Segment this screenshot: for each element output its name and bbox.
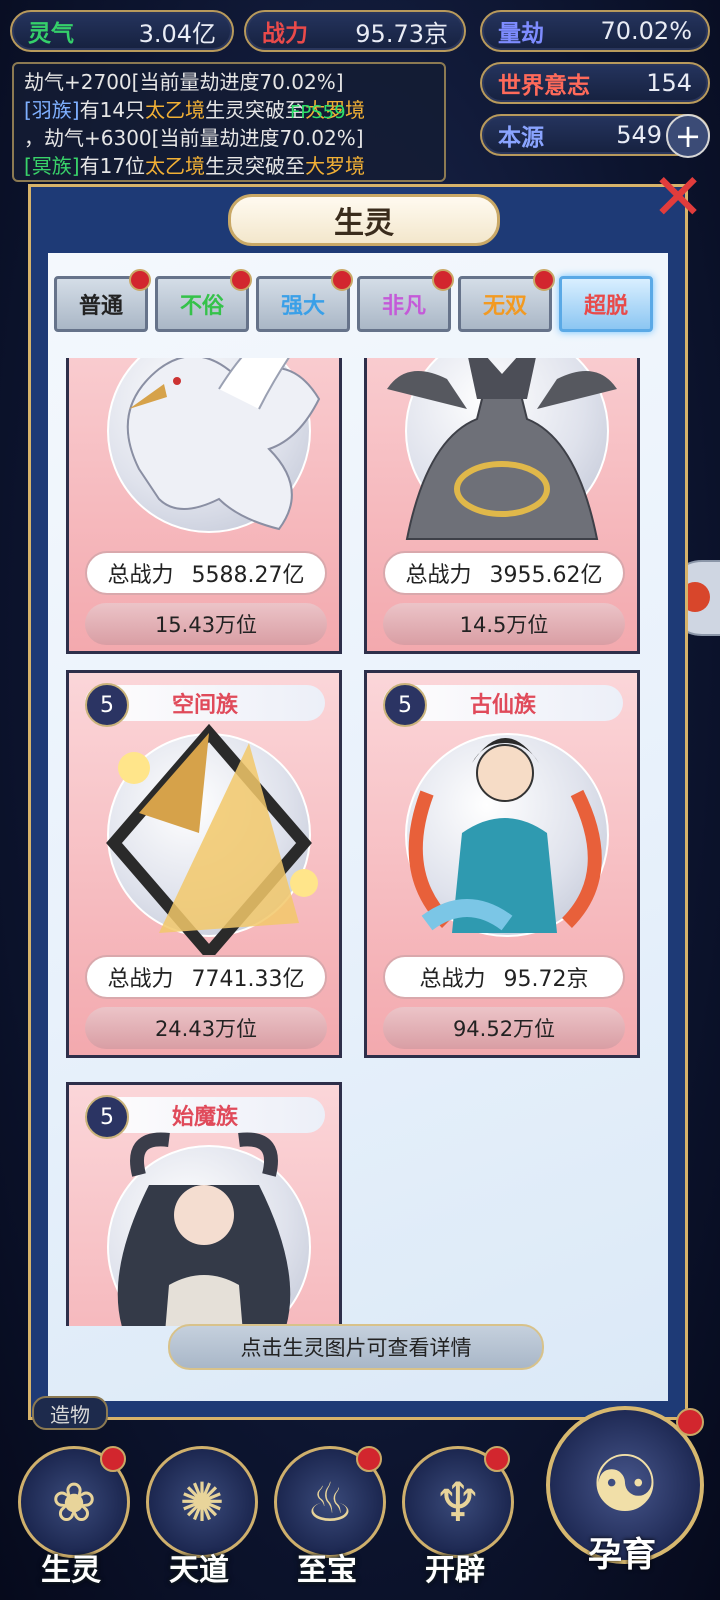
tab-label: 不俗 xyxy=(179,294,224,319)
resource-label: 量劫 xyxy=(498,21,544,47)
tab-label: 超脱 xyxy=(583,294,628,319)
horned-demon-girl-icon xyxy=(117,1132,291,1326)
creature-card[interactable]: 空间族 5 总战力 7741.33亿 24.43万位 xyxy=(66,670,342,1058)
log-tag: [羽族] xyxy=(24,98,80,122)
log-highlight: 太乙境 xyxy=(145,98,206,122)
event-log: 劫气+2700[当前量劫进度70.02%] [羽族]有14只太乙境生灵突破至大罗… xyxy=(12,62,446,182)
resource-value: 70.02% xyxy=(600,17,692,45)
tab-feifan[interactable]: 非凡 xyxy=(357,269,454,332)
notification-dot-icon xyxy=(331,269,353,291)
nav-label: 天道 xyxy=(169,1553,229,1588)
zaowu-button[interactable]: 造物 xyxy=(32,1396,108,1430)
swirl-icon: ✺ xyxy=(179,1470,225,1534)
tab-busu[interactable]: 不俗 xyxy=(155,269,252,332)
creature-card[interactable]: 总战力 3955.62亿 14.5万位 xyxy=(364,358,640,654)
nav-yunyu[interactable]: ☯ 孕育 xyxy=(540,1400,708,1596)
notification-dot-icon xyxy=(676,1408,704,1436)
nav-label: 生灵 xyxy=(41,1553,101,1588)
log-line: 劫气+2700[当前量劫进度70.02%] xyxy=(24,70,344,94)
resource-value: 95.73京 xyxy=(355,19,448,48)
power-box: 总战力 95.72京 xyxy=(383,955,625,999)
notification-dot-icon xyxy=(432,269,454,291)
log-highlight: 太乙境 xyxy=(145,154,206,178)
resource-label: 战力 xyxy=(262,21,308,47)
resource-value: 549 xyxy=(616,121,662,149)
power-box: 总战力 3955.62亿 xyxy=(383,551,625,595)
power-label: 总战力 xyxy=(419,967,486,992)
nav-zhibao[interactable]: ♨ 至宝 xyxy=(268,1446,386,1594)
nav-label: 孕育 xyxy=(588,1534,656,1575)
log-text: 生灵突破至 xyxy=(205,154,306,178)
log-line: [羽族]有14只太乙境生灵突破至大罗境 xyxy=(24,96,434,124)
add-benyuan-button[interactable]: + xyxy=(666,114,710,158)
tab-chaotuo[interactable]: 超脱 xyxy=(559,276,653,332)
resource-zhanli: 战力 95.73京 xyxy=(244,10,466,52)
power-value: 5588.27亿 xyxy=(191,563,305,588)
tap-hint-label: 点击生灵图片可查看详情 xyxy=(168,1324,544,1370)
tab-label: 无双 xyxy=(482,294,527,319)
close-button[interactable]: ✕ xyxy=(648,161,708,235)
fps-counter: FPS59 xyxy=(290,102,346,123)
close-icon: ✕ xyxy=(651,161,705,235)
resource-value: 3.04亿 xyxy=(138,19,216,48)
nav-tiandao[interactable]: ✺ 天道 xyxy=(140,1446,258,1594)
three-headed-dragon-icon xyxy=(387,358,617,540)
notification-dot-icon xyxy=(484,1446,510,1472)
notification-dot-icon xyxy=(356,1446,382,1472)
rank-box: 24.43万位 xyxy=(85,1007,327,1049)
notification-dot-icon xyxy=(129,269,151,291)
notification-dot-icon xyxy=(100,1446,126,1472)
tab-qiangda[interactable]: 强大 xyxy=(256,269,353,332)
resource-label: 灵气 xyxy=(28,21,74,47)
creature-card[interactable]: 总战力 5588.27亿 15.43万位 xyxy=(66,358,342,654)
log-line: [冥族]有17位太乙境生灵突破至大罗境 xyxy=(24,152,434,180)
power-value: 7741.33亿 xyxy=(191,967,305,992)
power-value: 3955.62亿 xyxy=(489,563,603,588)
tab-label: 普通 xyxy=(78,294,123,319)
rank-box: 15.43万位 xyxy=(85,603,327,645)
resource-label: 世界意志 xyxy=(498,73,590,99)
resource-liangjie: 量劫 70.02% xyxy=(480,10,710,52)
log-text: 有14只 xyxy=(79,98,146,122)
immortal-maiden-icon xyxy=(408,738,602,933)
log-text: 有17位 xyxy=(79,154,146,178)
tiandao-emblem: ✺ xyxy=(146,1446,258,1558)
creature-card[interactable]: 始魔族 5 xyxy=(66,1082,342,1326)
power-label: 总战力 xyxy=(107,563,174,588)
log-line: ，劫气+6300[当前量劫进度70.02%] xyxy=(24,126,364,150)
tab-label: 强大 xyxy=(280,294,325,319)
notification-dot-icon xyxy=(230,269,252,291)
resource-lingqi: 灵气 3.04亿 xyxy=(10,10,234,52)
golden-pyramid-icon xyxy=(106,723,318,963)
notification-dot-icon xyxy=(533,269,555,291)
tab-wushuang[interactable]: 无双 xyxy=(458,269,555,332)
rank-box: 94.52万位 xyxy=(383,1007,625,1049)
nav-shengling[interactable]: ❀ 生灵 xyxy=(12,1446,130,1594)
resource-label: 本源 xyxy=(498,125,544,151)
resource-benyuan: 本源 549 + xyxy=(480,114,710,158)
rank-box: 14.5万位 xyxy=(383,603,625,645)
nav-label: 至宝 xyxy=(297,1553,357,1588)
nav-label: 开辟 xyxy=(425,1553,485,1588)
log-highlight: 大罗境 xyxy=(305,154,366,178)
power-label: 总战力 xyxy=(107,967,174,992)
white-phoenix-icon xyxy=(126,358,321,531)
power-box: 总战力 5588.27亿 xyxy=(85,551,327,595)
tab-putong[interactable]: 普通 xyxy=(54,269,151,332)
creature-card[interactable]: 古仙族 5 总战力 95.72京 94.52万位 xyxy=(364,670,640,1058)
panel-title: 生灵 xyxy=(228,194,500,246)
power-value: 95.72京 xyxy=(503,967,589,992)
power-label: 总战力 xyxy=(405,563,472,588)
tab-label: 非凡 xyxy=(381,294,426,319)
resource-world-will: 世界意志 154 xyxy=(480,62,710,104)
log-tag: [冥族] xyxy=(24,154,80,178)
nav-kaipi[interactable]: ♆ 开辟 xyxy=(396,1446,514,1594)
power-box: 总战力 7741.33亿 xyxy=(85,955,327,999)
resource-value: 154 xyxy=(646,69,692,97)
creature-card-grid: 总战力 5588.27亿 15.43万位 总战力 3955.62亿 14.5万位 空… xyxy=(46,358,674,1326)
